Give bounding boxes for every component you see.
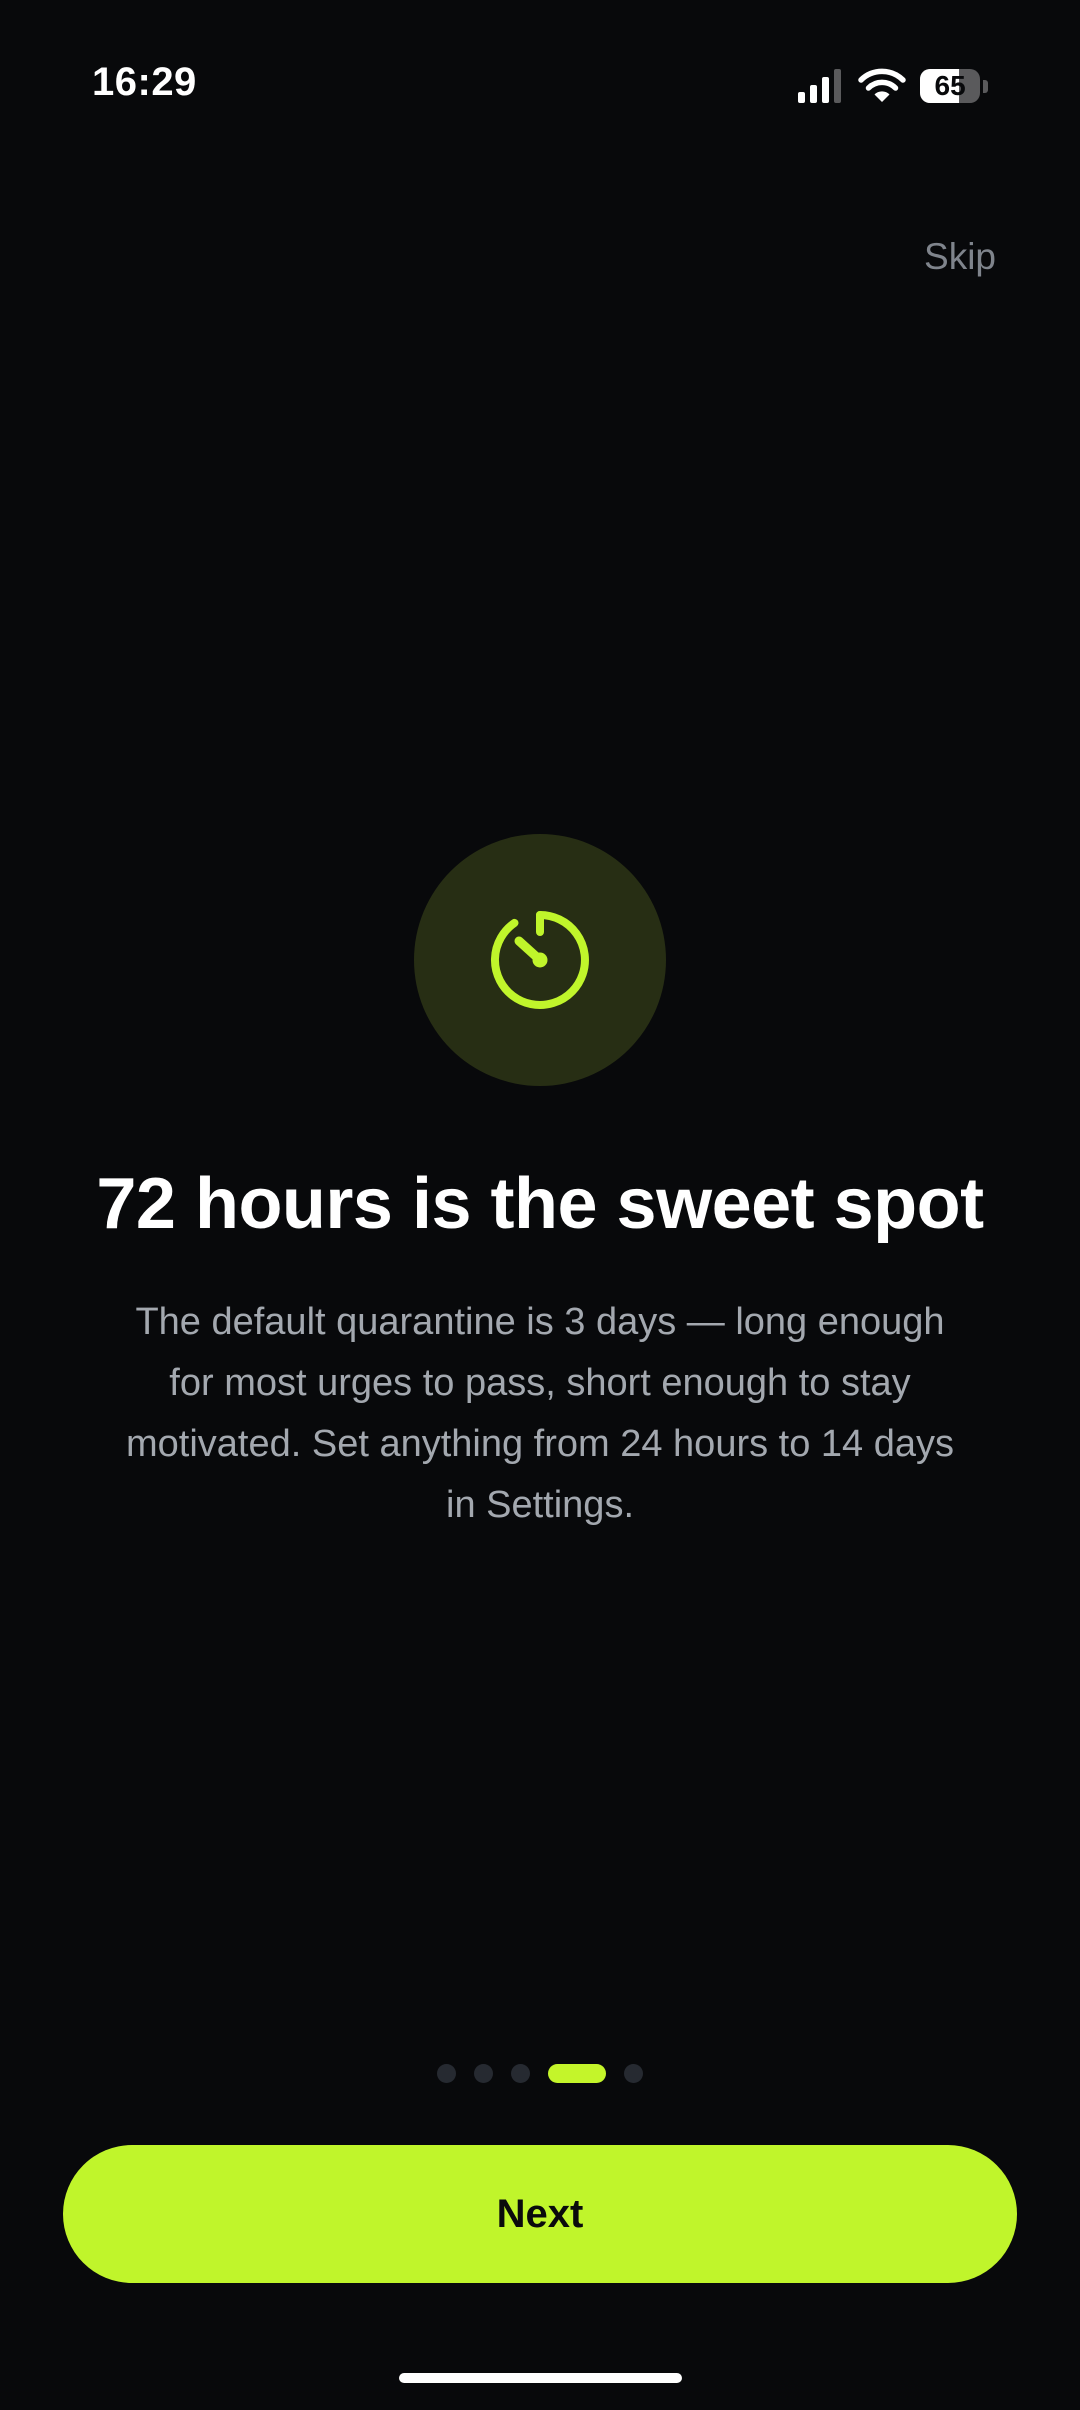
pagination-dots	[0, 2063, 1080, 2083]
home-indicator	[399, 2373, 682, 2383]
skip-button[interactable]: Skip	[924, 236, 996, 278]
battery-body: 65	[920, 69, 981, 103]
pagination-dot[interactable]	[437, 2063, 456, 2083]
battery-icon: 65	[920, 68, 988, 104]
timer-icon	[490, 911, 589, 1009]
page-description: The default quarantine is 3 days — long …	[125, 1301, 955, 1526]
page-title: 72 hours is the sweet spot	[96, 1164, 984, 1244]
pagination-dot[interactable]	[511, 2063, 530, 2083]
next-button[interactable]: Next	[63, 2145, 1017, 2283]
signal-icon	[798, 69, 841, 103]
battery-cap	[983, 79, 988, 93]
battery-level: 65	[934, 70, 966, 101]
status-bar: 16:29 65	[0, 0, 1080, 170]
onboarding-screen: 16:29 65 Skip 72 hours is the sweet spot…	[0, 0, 1080, 2410]
hero-icon-container	[414, 834, 666, 1086]
status-icons: 65	[796, 64, 988, 108]
wifi-icon	[858, 68, 906, 102]
pagination-dot[interactable]	[624, 2063, 643, 2083]
pagination-dot[interactable]	[474, 2063, 493, 2083]
status-time: 16:29	[92, 60, 197, 104]
pagination-dot-active[interactable]	[548, 2063, 606, 2083]
